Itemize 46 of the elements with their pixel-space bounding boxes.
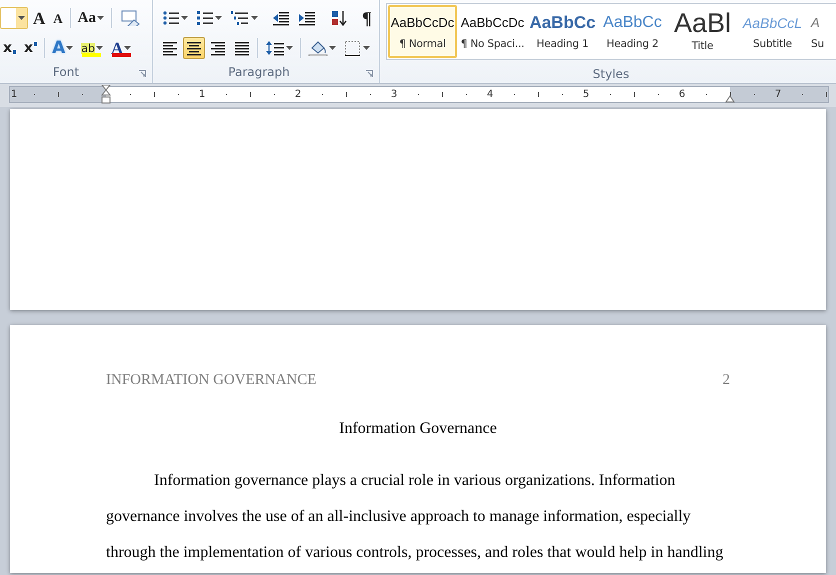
group-label: Font (52, 64, 80, 81)
decrease-indent-icon (272, 10, 290, 26)
text-effects-button[interactable]: A (49, 37, 76, 59)
pilcrow-button[interactable]: ¶ (359, 7, 375, 29)
sort-icon (330, 10, 348, 26)
size-box-button[interactable] (0, 7, 28, 29)
highlight-button[interactable]: ab (78, 37, 106, 59)
ruler-number: 1 (10, 88, 18, 102)
borders-icon (344, 40, 362, 56)
body-paragraph: Information governance plays a crucial role in various organizations. Information governance involves the use of an all-inclusive approach to manage information, especially through the implementation of various controls, processes, and roles that would help in handling (106, 471, 724, 563)
document-title: Information Governance (339, 420, 497, 437)
ruler-number: 2 (294, 88, 302, 102)
running-head: INFORMATION GOVERNANCE (106, 371, 316, 389)
subscript-button[interactable]: x (0, 37, 20, 59)
style-option[interactable]: AaBbCcDc ¶ Normal (388, 5, 457, 58)
align-center-button[interactable] (183, 37, 205, 59)
indent-marker-icon (725, 95, 735, 103)
group-label: Paragraph (227, 64, 291, 81)
index-mark-icon (13, 50, 16, 54)
justify-icon (234, 40, 250, 56)
case-button[interactable]: Aa (74, 7, 108, 29)
ruler-number: 7 (774, 88, 782, 102)
dialog-launcher-icon (366, 70, 373, 77)
ruler-number: 5 (582, 88, 590, 102)
ruler-number: 3 (390, 88, 398, 102)
bullets-icon (162, 10, 180, 26)
align-right-icon (210, 40, 226, 56)
index-mark-icon (34, 42, 38, 46)
superscript-button[interactable]: x (21, 37, 40, 59)
numbered-list-icon (196, 10, 214, 26)
ruler-number: 1 (198, 88, 206, 102)
page-number: 2 (722, 371, 730, 389)
align-left-icon (162, 40, 178, 56)
align-center-icon (186, 40, 202, 56)
paint-bucket-icon (308, 40, 328, 56)
multilevel-list-icon (230, 10, 250, 26)
group-label: Styles (592, 66, 630, 83)
line-spacing-icon (265, 40, 285, 56)
grow-button[interactable]: A (30, 7, 48, 29)
eraser-icon (119, 10, 142, 26)
ruler-number: 4 (486, 88, 494, 102)
ruler-number: 6 (678, 88, 686, 102)
shrink-button[interactable]: A (50, 7, 66, 29)
indent-marker-icon (101, 85, 111, 105)
dialog-launcher-icon (139, 70, 146, 77)
increase-indent-icon (298, 10, 316, 26)
